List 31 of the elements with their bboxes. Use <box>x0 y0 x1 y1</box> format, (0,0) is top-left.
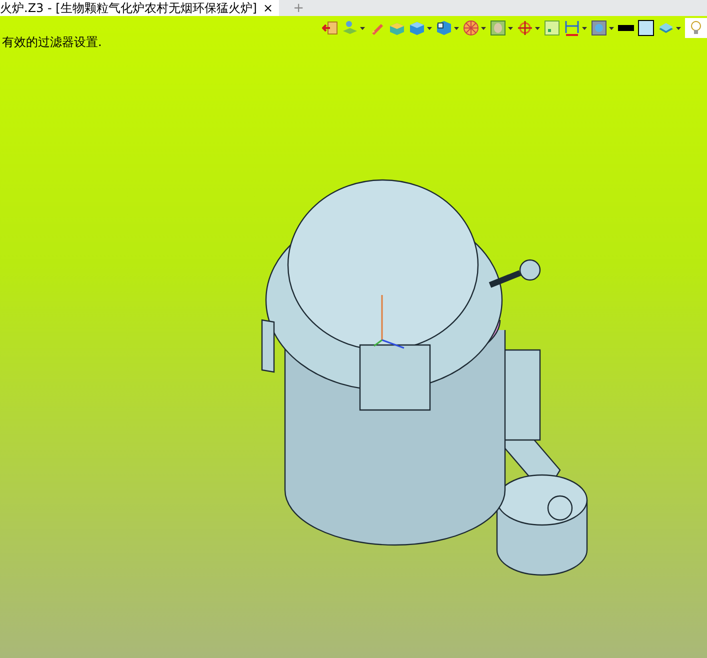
caret-icon <box>535 26 540 30</box>
square-icon <box>544 20 560 36</box>
caret-icon <box>609 26 614 30</box>
block-icon <box>389 20 405 36</box>
tab-title: 火炉.Z3 - [生物颗粒气化炉农村无烟环保猛火炉] <box>0 0 257 16</box>
target-icon <box>517 20 533 36</box>
cube-view-icon <box>436 20 452 36</box>
caret-icon <box>360 26 365 30</box>
dimension-icon <box>564 20 580 36</box>
status-message: 有效的过滤器设置. <box>1 34 102 51</box>
cube-icon <box>409 20 425 36</box>
close-tab-button[interactable]: × <box>263 0 274 16</box>
toolbar-button[interactable] <box>638 18 654 38</box>
toolbar-dropdown-button[interactable] <box>591 18 614 38</box>
bulb-icon <box>688 20 704 36</box>
caret-icon <box>508 26 513 30</box>
fill-icon <box>638 20 654 36</box>
caret-icon <box>481 26 486 30</box>
document-tab[interactable]: 火炉.Z3 - [生物颗粒气化炉农村无烟环保猛火炉] × <box>0 0 280 16</box>
toolbar-dropdown-button[interactable] <box>564 18 587 38</box>
caret-icon <box>582 26 587 30</box>
caret-icon <box>427 26 432 30</box>
toolbar-dropdown-button[interactable] <box>517 18 540 38</box>
stack-icon <box>658 20 674 36</box>
caret-icon <box>676 26 681 30</box>
toolbar-dropdown-button[interactable] <box>463 18 486 38</box>
wheel-icon <box>463 20 479 36</box>
frame-icon <box>490 20 506 36</box>
exit-icon <box>322 20 338 36</box>
caret-icon <box>454 26 459 30</box>
toolbar-dropdown-button[interactable] <box>436 18 459 38</box>
